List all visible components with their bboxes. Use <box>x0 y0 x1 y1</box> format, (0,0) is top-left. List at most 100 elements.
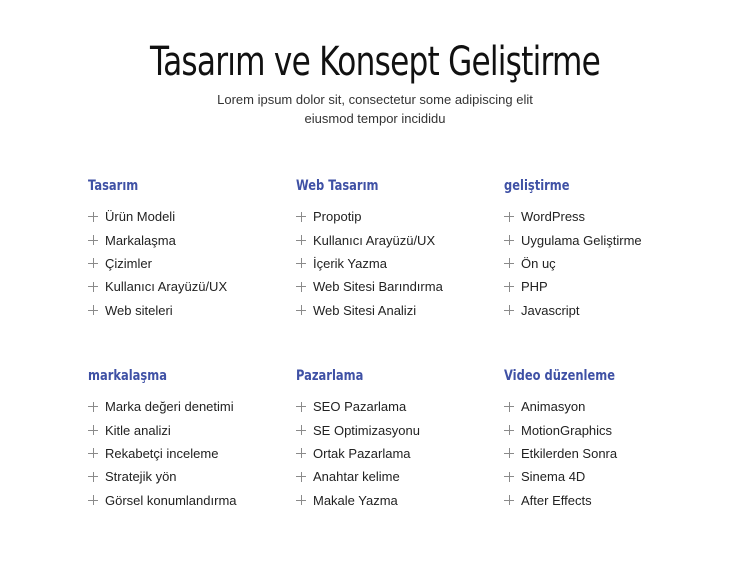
plus-icon <box>296 305 306 316</box>
list-item-label: Marka değeri denetimi <box>105 399 234 415</box>
list-item: Propotip <box>296 205 504 228</box>
service-group-web-tasarim: Web Tasarım Propotip Kullanıcı Arayüzü/U… <box>296 176 504 366</box>
group-list: Animasyon MotionGraphics Etkilerden Sonr… <box>504 395 712 512</box>
plus-icon <box>296 425 306 436</box>
plus-icon <box>88 258 98 269</box>
plus-icon <box>504 211 514 222</box>
list-item-label: PHP <box>521 279 548 295</box>
list-item: Kitle analizi <box>88 418 296 441</box>
list-item: Markalaşma <box>88 228 296 251</box>
list-item: Marka değeri denetimi <box>88 395 296 418</box>
plus-icon <box>296 401 306 412</box>
list-item: Ürün Modeli <box>88 205 296 228</box>
plus-icon <box>504 495 514 506</box>
list-item: Web siteleri <box>88 299 296 322</box>
list-item: SE Optimizasyonu <box>296 418 504 441</box>
list-item-label: WordPress <box>521 209 586 225</box>
plus-icon <box>88 471 98 482</box>
list-item: Animasyon <box>504 395 712 418</box>
list-item-label: Kullanıcı Arayüzü/UX <box>105 279 228 295</box>
group-list: WordPress Uygulama Geliştirme Ön uç PHP … <box>504 205 712 322</box>
list-item: After Effects <box>504 489 712 512</box>
list-item: Javascript <box>504 299 712 322</box>
group-title: Pazarlama <box>296 368 364 384</box>
plus-icon <box>88 305 98 316</box>
list-item: Kullanıcı Arayüzü/UX <box>88 275 296 298</box>
list-item-label: Rekabetçi inceleme <box>105 445 219 461</box>
plus-icon <box>504 448 514 459</box>
service-group-tasarim: Tasarım Ürün Modeli Markalaşma Çizimler … <box>88 176 296 366</box>
list-item: Çizimler <box>88 252 296 275</box>
subtitle-line-1: Lorem ipsum dolor sit, consectetur some … <box>217 92 533 107</box>
group-list: Propotip Kullanıcı Arayüzü/UX İçerik Yaz… <box>296 205 504 322</box>
plus-icon <box>296 258 306 269</box>
list-item-label: SEO Pazarlama <box>313 399 407 415</box>
service-group-markalasma: markalaşma Marka değeri denetimi Kitle a… <box>88 366 296 556</box>
list-item: Kullanıcı Arayüzü/UX <box>296 228 504 251</box>
plus-icon <box>88 235 98 246</box>
plus-icon <box>504 425 514 436</box>
list-item: Görsel konumlandırma <box>88 489 296 512</box>
group-list: Marka değeri denetimi Kitle analizi Reka… <box>88 395 296 512</box>
list-item: İçerik Yazma <box>296 252 504 275</box>
list-item-label: Propotip <box>313 209 362 225</box>
group-title: Tasarım <box>88 178 139 194</box>
list-item: Sinema 4D <box>504 465 712 488</box>
service-group-pazarlama: Pazarlama SEO Pazarlama SE Optimizasyonu… <box>296 366 504 556</box>
plus-icon <box>296 448 306 459</box>
page-subtitle: Lorem ipsum dolor sit, consectetur some … <box>205 90 545 128</box>
service-group-gelistirme: geliştirme WordPress Uygulama Geliştirme… <box>504 176 712 366</box>
list-item-label: Uygulama Geliştirme <box>521 232 642 248</box>
list-item: PHP <box>504 275 712 298</box>
list-item-label: Animasyon <box>521 399 586 415</box>
list-item-label: Etkilerden Sonra <box>521 445 618 461</box>
plus-icon <box>88 401 98 412</box>
plus-icon <box>504 281 514 292</box>
list-item-label: Makale Yazma <box>313 492 398 508</box>
group-title: Web Tasarım <box>296 178 379 194</box>
list-item: Makale Yazma <box>296 489 504 512</box>
list-item-label: Çizimler <box>105 255 152 271</box>
plus-icon <box>504 258 514 269</box>
list-item: Web Sitesi Analizi <box>296 299 504 322</box>
list-item: SEO Pazarlama <box>296 395 504 418</box>
plus-icon <box>88 448 98 459</box>
list-item-label: MotionGraphics <box>521 422 613 438</box>
plus-icon <box>504 471 514 482</box>
list-item: Web Sitesi Barındırma <box>296 275 504 298</box>
list-item-label: Web siteleri <box>105 302 173 318</box>
list-item-label: Markalaşma <box>105 232 176 248</box>
group-list: SEO Pazarlama SE Optimizasyonu Ortak Paz… <box>296 395 504 512</box>
list-item: Etkilerden Sonra <box>504 442 712 465</box>
group-title: markalaşma <box>88 368 167 384</box>
plus-icon <box>88 281 98 292</box>
list-item-label: Ürün Modeli <box>105 209 176 225</box>
list-item-label: Stratejik yön <box>105 469 177 485</box>
group-title: geliştirme <box>504 178 570 194</box>
page-header: Tasarım ve Konsept Geliştirme Lorem ipsu… <box>0 38 750 128</box>
list-item-label: İçerik Yazma <box>313 255 387 271</box>
plus-icon <box>88 211 98 222</box>
group-list: Ürün Modeli Markalaşma Çizimler Kullanıc… <box>88 205 296 322</box>
list-item: Anahtar kelime <box>296 465 504 488</box>
plus-icon <box>296 281 306 292</box>
list-item-label: Web Sitesi Barındırma <box>313 279 443 295</box>
list-item: Uygulama Geliştirme <box>504 228 712 251</box>
plus-icon <box>296 211 306 222</box>
list-item-label: Ön uç <box>521 255 556 271</box>
list-item: Stratejik yön <box>88 465 296 488</box>
list-item: Rekabetçi inceleme <box>88 442 296 465</box>
list-item-label: Anahtar kelime <box>313 469 400 485</box>
plus-icon <box>88 495 98 506</box>
service-group-video-duzenleme: Video düzenleme Animasyon MotionGraphics… <box>504 366 712 556</box>
list-item: Ortak Pazarlama <box>296 442 504 465</box>
list-item-label: Ortak Pazarlama <box>313 445 411 461</box>
services-grid: Tasarım Ürün Modeli Markalaşma Çizimler … <box>88 176 728 556</box>
list-item-label: Kullanıcı Arayüzü/UX <box>313 232 436 248</box>
page-title: Tasarım ve Konsept Geliştirme <box>149 39 601 85</box>
list-item-label: Javascript <box>521 302 580 318</box>
group-title: Video düzenleme <box>504 368 616 384</box>
plus-icon <box>88 425 98 436</box>
plus-icon <box>296 471 306 482</box>
list-item: WordPress <box>504 205 712 228</box>
